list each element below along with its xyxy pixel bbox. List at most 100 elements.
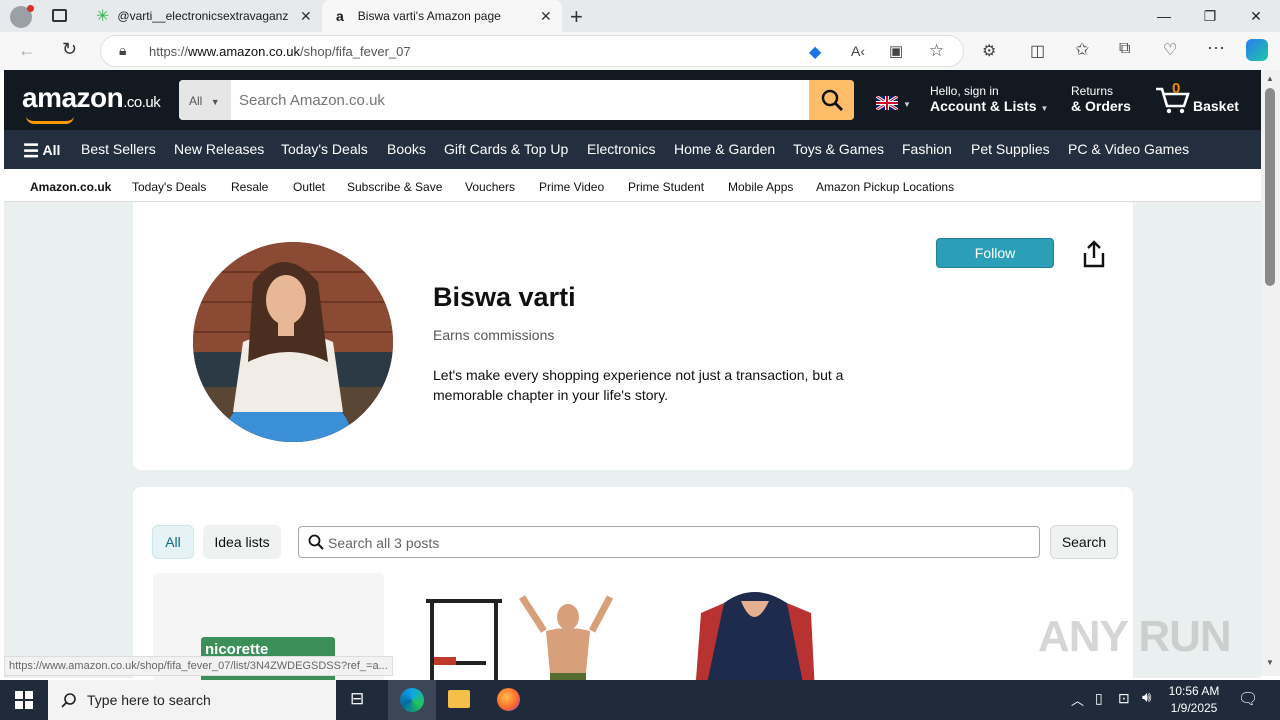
- storefront-page: Biswa varti Earns commissions Let's make…: [4, 202, 1261, 693]
- nav-new-releases[interactable]: New Releases: [174, 141, 264, 157]
- task-view-icon[interactable]: ⊟: [350, 689, 364, 709]
- amazon-header: amazon.co.uk All ▼ ▼ Hello, sign in Acco…: [4, 70, 1261, 130]
- address-bar[interactable]: 🔒︎ https://www.amazon.co.uk/shop/fifa_fe…: [100, 35, 964, 67]
- refresh-icon[interactable]: ↻: [62, 39, 77, 60]
- close-window-icon[interactable]: ✕: [1233, 0, 1279, 32]
- copilot-icon[interactable]: [1246, 39, 1268, 61]
- nav-pc-video-games[interactable]: PC & Video Games: [1068, 141, 1189, 157]
- chevron-down-icon: ▼: [210, 97, 220, 107]
- url-host: www.amazon.co.uk: [188, 44, 301, 59]
- post-thumbnail[interactable]: [639, 573, 870, 693]
- scroll-up-icon[interactable]: ▲: [1266, 74, 1274, 83]
- lock-icon[interactable]: 🔒︎: [119, 42, 126, 59]
- subnav-todays-deals[interactable]: Today's Deals: [132, 180, 206, 194]
- main-nav: ☰ All Best Sellers New Releases Today's …: [4, 130, 1261, 169]
- browser-essentials-icon[interactable]: ♡: [1163, 40, 1177, 60]
- new-tab-icon[interactable]: +: [570, 4, 583, 30]
- favorite-star-icon[interactable]: ☆: [929, 41, 944, 61]
- minimize-icon[interactable]: —: [1141, 0, 1187, 32]
- chevron-up-icon[interactable]: ︿: [1071, 690, 1084, 709]
- tab-title: Biswa varti's Amazon page: [357, 9, 501, 23]
- scroll-down-icon[interactable]: ▼: [1266, 658, 1274, 667]
- nav-todays-deals[interactable]: Today's Deals: [281, 141, 368, 157]
- clock-time: 10:56 AM: [1168, 684, 1220, 698]
- more-menu-icon[interactable]: ⋯: [1207, 38, 1225, 59]
- tab-actions-icon[interactable]: [52, 9, 67, 22]
- subnav-prime-student[interactable]: Prime Student: [628, 180, 704, 194]
- subnav-subscribe-save[interactable]: Subscribe & Save: [347, 180, 442, 194]
- split-screen-icon[interactable]: ◫: [1030, 41, 1045, 61]
- basket[interactable]: 0 Basket: [1154, 80, 1254, 120]
- nav-home-garden[interactable]: Home & Garden: [674, 141, 775, 157]
- tab-instagram[interactable]: ✳ @varti__electronicsextravaganza ✕: [84, 0, 320, 32]
- taskbar-clock[interactable]: 10:56 AM 1/9/2025: [1160, 683, 1228, 717]
- subnav-pickup-locations[interactable]: Amazon Pickup Locations: [816, 180, 954, 194]
- search-button[interactable]: [809, 80, 854, 120]
- subnav-vouchers[interactable]: Vouchers: [465, 180, 515, 194]
- search-icon: [308, 534, 324, 550]
- browser-tab-strip: ✳ @varti__electronicsextravaganza ✕ a Bi…: [0, 0, 1280, 32]
- file-explorer-icon[interactable]: [448, 690, 470, 708]
- volume-icon[interactable]: 🔊︎: [1142, 689, 1151, 706]
- subnav-prime-video[interactable]: Prime Video: [539, 180, 604, 194]
- nav-pet-supplies[interactable]: Pet Supplies: [971, 141, 1050, 157]
- page-scrollbar[interactable]: ▲ ▼: [1261, 70, 1280, 676]
- tab-all-posts[interactable]: All: [152, 525, 194, 559]
- windows-start-icon[interactable]: [15, 691, 33, 709]
- share-icon[interactable]: [1081, 240, 1107, 268]
- logo-tld: .co.uk: [123, 94, 161, 111]
- amazon-logo[interactable]: amazon.co.uk: [22, 82, 161, 114]
- nav-all-menu[interactable]: ☰ All: [23, 141, 60, 162]
- favorites-icon[interactable]: ✩: [1075, 40, 1089, 60]
- amazon-search-input[interactable]: [231, 80, 809, 120]
- posts-search-input[interactable]: Search all 3 posts: [298, 526, 1040, 558]
- follow-button[interactable]: Follow: [936, 238, 1054, 268]
- account-lists[interactable]: Hello, sign in Account & Lists ▼: [930, 84, 1048, 114]
- subnav-outlet[interactable]: Outlet: [293, 180, 325, 194]
- subnav-mobile-apps[interactable]: Mobile Apps: [728, 180, 793, 194]
- nav-best-sellers[interactable]: Best Sellers: [81, 141, 156, 157]
- blouse-image: [639, 573, 870, 693]
- subnav-amazon-home[interactable]: Amazon.co.uk: [30, 180, 111, 194]
- post-thumbnail[interactable]: [396, 573, 627, 693]
- scrollbar-thumb[interactable]: [1265, 88, 1275, 286]
- nav-gift-cards[interactable]: Gift Cards & Top Up: [444, 141, 568, 157]
- hamburger-icon: ☰: [23, 141, 40, 161]
- chevron-down-icon: ▼: [903, 100, 911, 109]
- tab-idea-lists[interactable]: Idea lists: [203, 525, 281, 559]
- language-selector[interactable]: ▼: [875, 94, 914, 112]
- url-text[interactable]: https://www.amazon.co.uk/shop/fifa_fever…: [149, 44, 411, 59]
- search-category-select[interactable]: All ▼: [179, 80, 231, 120]
- device-icon[interactable]: ▯: [1095, 690, 1103, 707]
- extensions-icon[interactable]: ⚙: [982, 41, 996, 61]
- subnav-resale[interactable]: Resale: [231, 180, 268, 194]
- tab-amazon[interactable]: a Biswa varti's Amazon page ✕: [322, 0, 562, 32]
- restore-icon[interactable]: ❐: [1187, 0, 1233, 32]
- tab-close-icon[interactable]: ✕: [300, 8, 312, 25]
- taskbar-search[interactable]: Type here to search: [48, 680, 336, 720]
- amazon-search-bar: All ▼: [179, 80, 854, 120]
- nav-toys-games[interactable]: Toys & Games: [793, 141, 884, 157]
- nav-electronics[interactable]: Electronics: [587, 141, 655, 157]
- notifications-icon[interactable]: 🗨︎: [1238, 689, 1258, 709]
- tab-close-icon[interactable]: ✕: [540, 8, 552, 25]
- collections-icon[interactable]: ⧉: [1119, 40, 1130, 58]
- search-icon: [61, 693, 76, 708]
- profile-bio: Let's make every shopping experience not…: [433, 367, 844, 403]
- greeting-text: Hello, sign in: [930, 84, 999, 98]
- firefox-icon[interactable]: [497, 688, 520, 711]
- shopping-tag-icon[interactable]: ◆: [809, 42, 821, 62]
- logo-text: amazon: [22, 82, 124, 113]
- read-aloud-icon[interactable]: A‹: [851, 43, 865, 59]
- status-url-tooltip: https://www.amazon.co.uk/shop/fifa_fever…: [4, 656, 393, 676]
- posts-search-button[interactable]: Search: [1050, 525, 1118, 559]
- network-icon[interactable]: ⊡: [1118, 690, 1130, 707]
- edge-taskbar-icon[interactable]: [388, 680, 436, 720]
- immersive-reader-icon[interactable]: ▣: [889, 42, 903, 60]
- returns-orders[interactable]: Returns & Orders: [1071, 84, 1131, 114]
- nav-books[interactable]: Books: [387, 141, 426, 157]
- returns-label: Returns: [1071, 84, 1114, 98]
- back-icon[interactable]: ←: [18, 40, 36, 61]
- nav-fashion[interactable]: Fashion: [902, 141, 952, 157]
- search-icon: [821, 89, 843, 111]
